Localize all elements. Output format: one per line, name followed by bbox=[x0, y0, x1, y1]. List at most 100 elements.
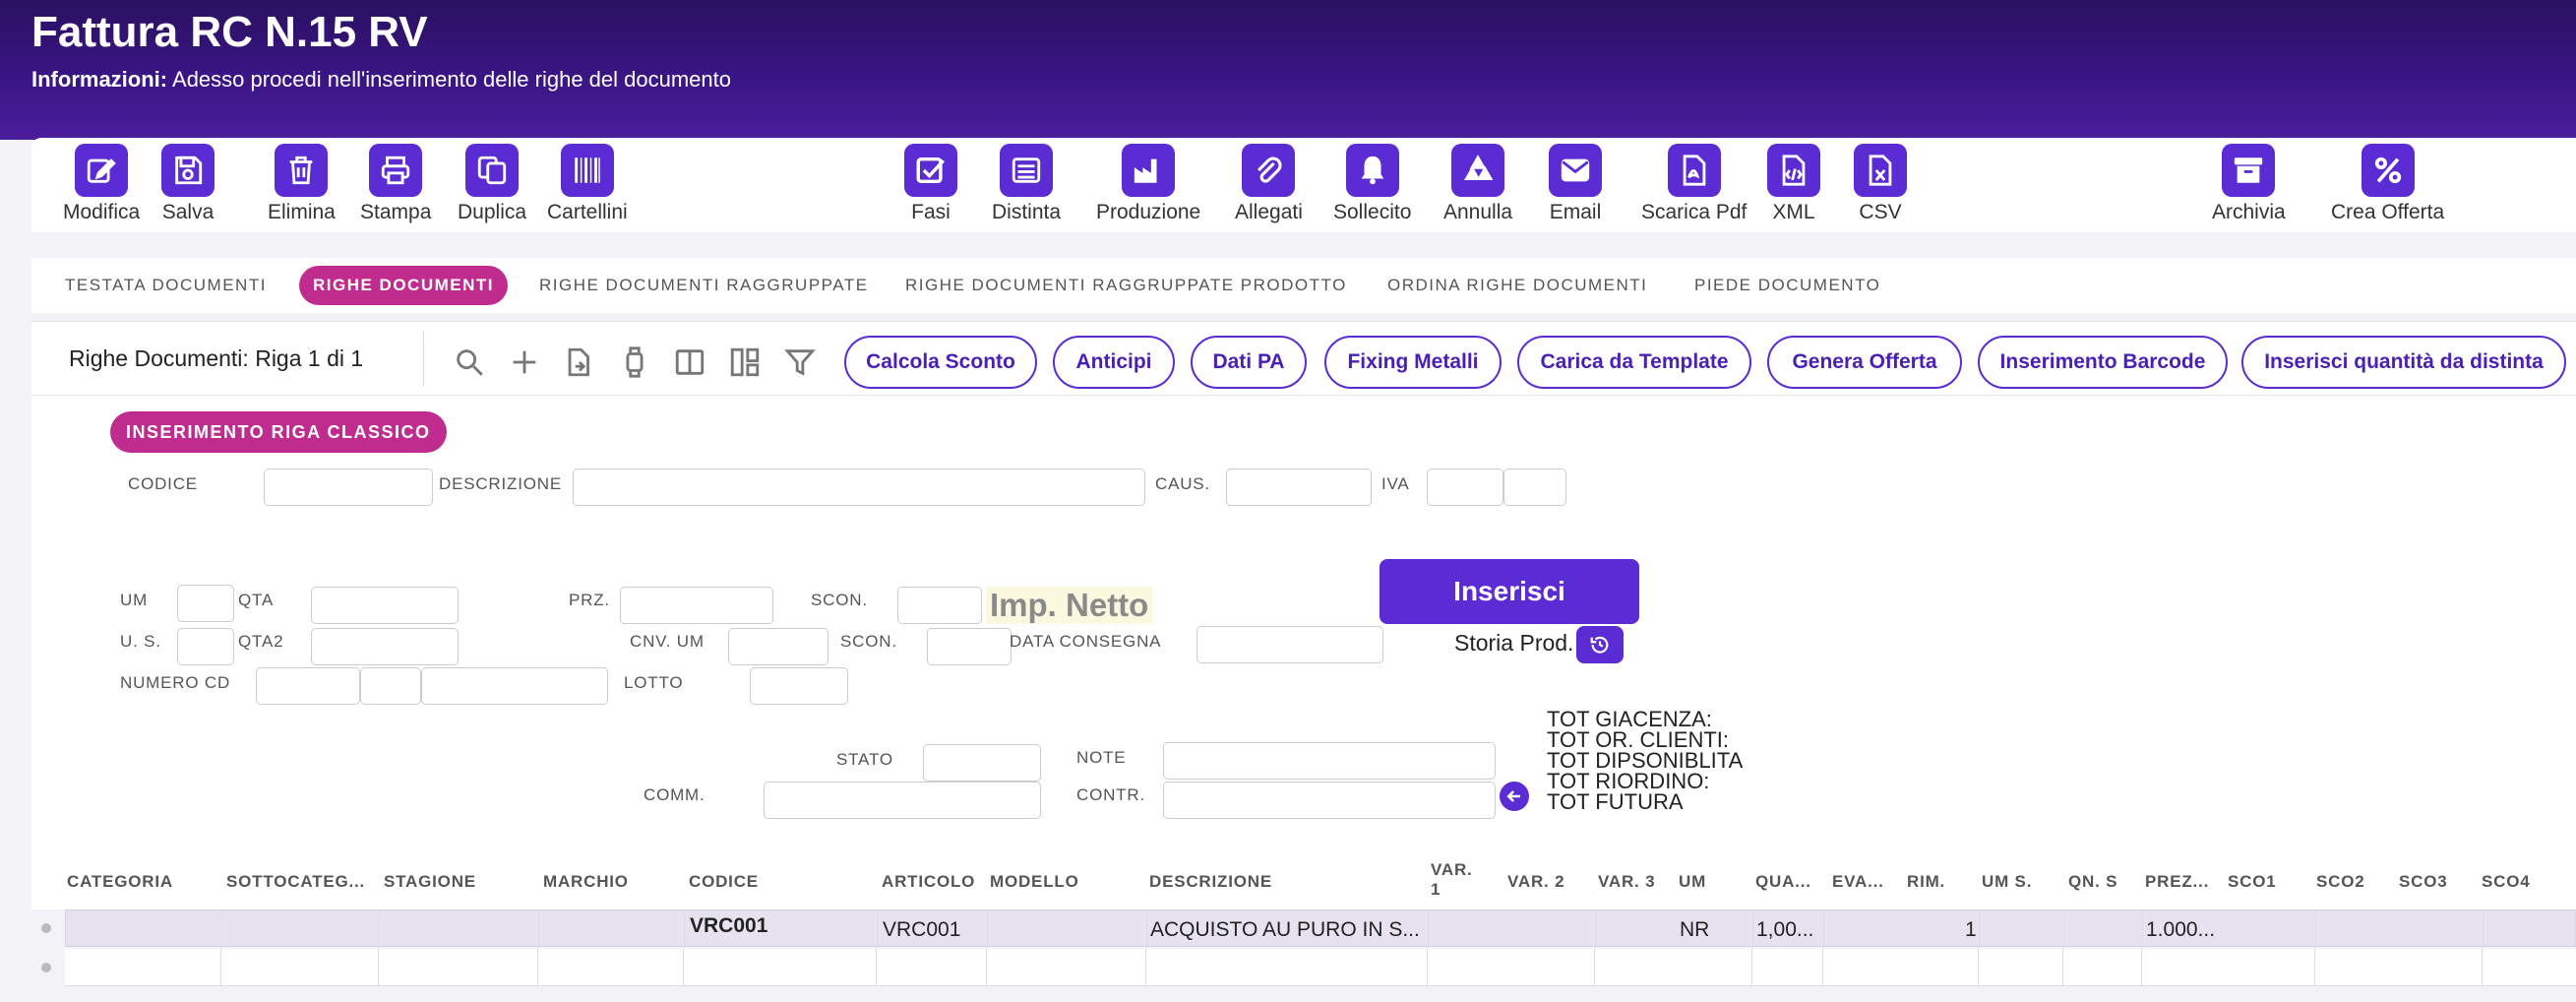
iva-description-input[interactable] bbox=[1503, 469, 1566, 506]
codice-input[interactable] bbox=[264, 469, 433, 506]
contr-back-button[interactable] bbox=[1500, 782, 1529, 811]
numero-cd-input-1[interactable] bbox=[256, 667, 360, 705]
col-sottocategoria[interactable]: SOTTOCATEG... bbox=[226, 872, 365, 892]
paperclip-icon bbox=[1257, 157, 1282, 183]
tab-righe-documenti-raggruppate[interactable]: RIGHE DOCUMENTI RAGGRUPPATE bbox=[525, 266, 883, 305]
col-quantita[interactable]: QUA... bbox=[1755, 872, 1811, 892]
col-um[interactable]: UM bbox=[1679, 872, 1706, 892]
prz-input[interactable] bbox=[620, 587, 773, 624]
lotto-input[interactable] bbox=[750, 667, 848, 705]
caus-input[interactable] bbox=[1226, 469, 1372, 506]
descrizione-input[interactable] bbox=[573, 469, 1145, 506]
storia-prod-button[interactable] bbox=[1576, 626, 1624, 663]
col-um-s[interactable]: UM S. bbox=[1982, 872, 2032, 892]
scon2-input[interactable] bbox=[927, 628, 1012, 665]
col-modello[interactable]: MODELLO bbox=[990, 872, 1079, 892]
col-var3[interactable]: VAR. 3 bbox=[1598, 872, 1655, 892]
comm-input[interactable] bbox=[764, 782, 1041, 819]
iva-input[interactable] bbox=[1427, 469, 1503, 506]
xml-button[interactable]: XML bbox=[1767, 144, 1820, 224]
row-indicator[interactable] bbox=[41, 963, 51, 972]
carica-da-template-button[interactable]: Carica da Template bbox=[1517, 336, 1751, 389]
export-icon[interactable] bbox=[563, 345, 596, 379]
duplica-button[interactable]: Duplica bbox=[458, 144, 526, 224]
inserisci-quantita-da-distinta-button[interactable]: Inserisci quantità da distinta bbox=[2241, 336, 2566, 389]
col-codice[interactable]: CODICE bbox=[689, 872, 759, 892]
produzione-button[interactable]: Produzione bbox=[1096, 144, 1200, 224]
anticipi-button[interactable]: Anticipi bbox=[1053, 336, 1175, 389]
plus-icon[interactable] bbox=[508, 345, 541, 379]
cnv-um-input[interactable] bbox=[728, 628, 828, 665]
cartellini-button[interactable]: Cartellini bbox=[547, 144, 628, 224]
col-var1[interactable]: VAR. 1 bbox=[1431, 860, 1474, 900]
allegati-button[interactable]: Allegati bbox=[1235, 144, 1303, 224]
fixing-metalli-button[interactable]: Fixing Metalli bbox=[1324, 336, 1502, 389]
archivia-button[interactable]: Archivia bbox=[2212, 144, 2286, 224]
inserisci-button[interactable]: Inserisci bbox=[1380, 559, 1639, 624]
col-sco4[interactable]: SCO4 bbox=[2482, 872, 2531, 892]
tab-righe-documenti-raggruppate-prodotto[interactable]: RIGHE DOCUMENTI RAGGRUPPATE PRODOTTO bbox=[891, 266, 1361, 305]
sollecito-button[interactable]: Sollecito bbox=[1333, 144, 1411, 224]
numero-cd-label: NUMERO CD bbox=[120, 673, 231, 692]
col-sco2[interactable]: SCO2 bbox=[2316, 872, 2365, 892]
watch-icon[interactable] bbox=[618, 345, 651, 379]
cnv-um-label: CNV. UM bbox=[630, 632, 705, 651]
col-sco3[interactable]: SCO3 bbox=[2399, 872, 2448, 892]
elimina-button[interactable]: Elimina bbox=[268, 144, 336, 224]
tab-piede-documento[interactable]: PIEDE DOCUMENTO bbox=[1681, 266, 1894, 305]
list-icon bbox=[1012, 157, 1041, 183]
print-icon bbox=[382, 156, 410, 185]
row-indicator[interactable] bbox=[41, 923, 51, 933]
col-prezzo[interactable]: PREZ... bbox=[2145, 872, 2209, 892]
us-input[interactable] bbox=[177, 628, 234, 665]
filter-icon[interactable] bbox=[783, 345, 817, 379]
annulla-button[interactable]: Annulla bbox=[1443, 144, 1512, 224]
tab-ordina-righe-documenti[interactable]: ORDINA RIGHE DOCUMENTI bbox=[1374, 266, 1661, 305]
storia-prod-label: Storia Prod. bbox=[1454, 630, 1574, 656]
tab-testata-documenti[interactable]: TESTATA DOCUMENTI bbox=[51, 266, 280, 305]
col-qn-s[interactable]: QN. S bbox=[2068, 872, 2117, 892]
crea-offerta-button[interactable]: Crea Offerta bbox=[2331, 144, 2444, 224]
qta2-input[interactable] bbox=[311, 628, 459, 665]
contr-input[interactable] bbox=[1163, 782, 1496, 819]
info-text: Adesso procedi nell'inserimento delle ri… bbox=[172, 67, 731, 92]
col-sco1[interactable]: SCO1 bbox=[2228, 872, 2277, 892]
layout-icon[interactable] bbox=[728, 345, 762, 379]
genera-offerta-button[interactable]: Genera Offerta bbox=[1767, 336, 1962, 389]
calcola-sconto-button[interactable]: Calcola Sconto bbox=[844, 336, 1037, 389]
table-row-empty[interactable] bbox=[65, 949, 2576, 986]
page-title: Fattura RC N.15 RV bbox=[31, 8, 428, 56]
scon1-input[interactable] bbox=[897, 587, 982, 624]
table-row[interactable]: VRC001 VRC001 ACQUISTO AU PURO IN S... N… bbox=[65, 909, 2576, 948]
col-marchio[interactable]: MARCHIO bbox=[543, 872, 629, 892]
um-input[interactable] bbox=[177, 585, 234, 622]
col-var2[interactable]: VAR. 2 bbox=[1507, 872, 1564, 892]
row-entry-form: INSERIMENTO RIGA CLASSICO CODICE DESCRIZ… bbox=[31, 396, 2576, 856]
col-categoria[interactable]: CATEGORIA bbox=[67, 872, 173, 892]
inserimento-barcode-button[interactable]: Inserimento Barcode bbox=[1978, 336, 2228, 389]
col-descrizione[interactable]: DESCRIZIONE bbox=[1149, 872, 1272, 892]
numero-cd-input-3[interactable] bbox=[421, 667, 608, 705]
modifica-button[interactable]: Modifica bbox=[63, 144, 140, 224]
email-button[interactable]: Email bbox=[1549, 144, 1602, 224]
qta-input[interactable] bbox=[311, 587, 459, 624]
tab-righe-documenti[interactable]: RIGHE DOCUMENTI bbox=[299, 266, 508, 305]
stampa-button[interactable]: Stampa bbox=[360, 144, 431, 224]
scarica-pdf-button[interactable]: Scarica Pdf bbox=[1641, 144, 1747, 224]
distinta-button[interactable]: Distinta bbox=[992, 144, 1061, 224]
data-consegna-input[interactable] bbox=[1196, 626, 1383, 663]
fasi-button[interactable]: Fasi bbox=[904, 144, 957, 224]
col-evasa[interactable]: EVA... bbox=[1832, 872, 1884, 892]
salva-button[interactable]: Salva bbox=[161, 144, 215, 224]
col-articolo[interactable]: ARTICOLO bbox=[882, 872, 975, 892]
inserimento-riga-classico-badge[interactable]: INSERIMENTO RIGA CLASSICO bbox=[110, 411, 447, 453]
stato-input[interactable] bbox=[923, 744, 1041, 782]
note-input[interactable] bbox=[1163, 742, 1496, 780]
col-stagione[interactable]: STAGIONE bbox=[384, 872, 476, 892]
search-icon[interactable] bbox=[453, 345, 486, 379]
csv-button[interactable]: CSV bbox=[1854, 144, 1907, 224]
dati-pa-button[interactable]: Dati PA bbox=[1191, 336, 1307, 389]
col-rimanenza[interactable]: RIM. bbox=[1907, 872, 1945, 892]
book-icon[interactable] bbox=[673, 345, 706, 379]
numero-cd-input-2[interactable] bbox=[360, 667, 421, 705]
